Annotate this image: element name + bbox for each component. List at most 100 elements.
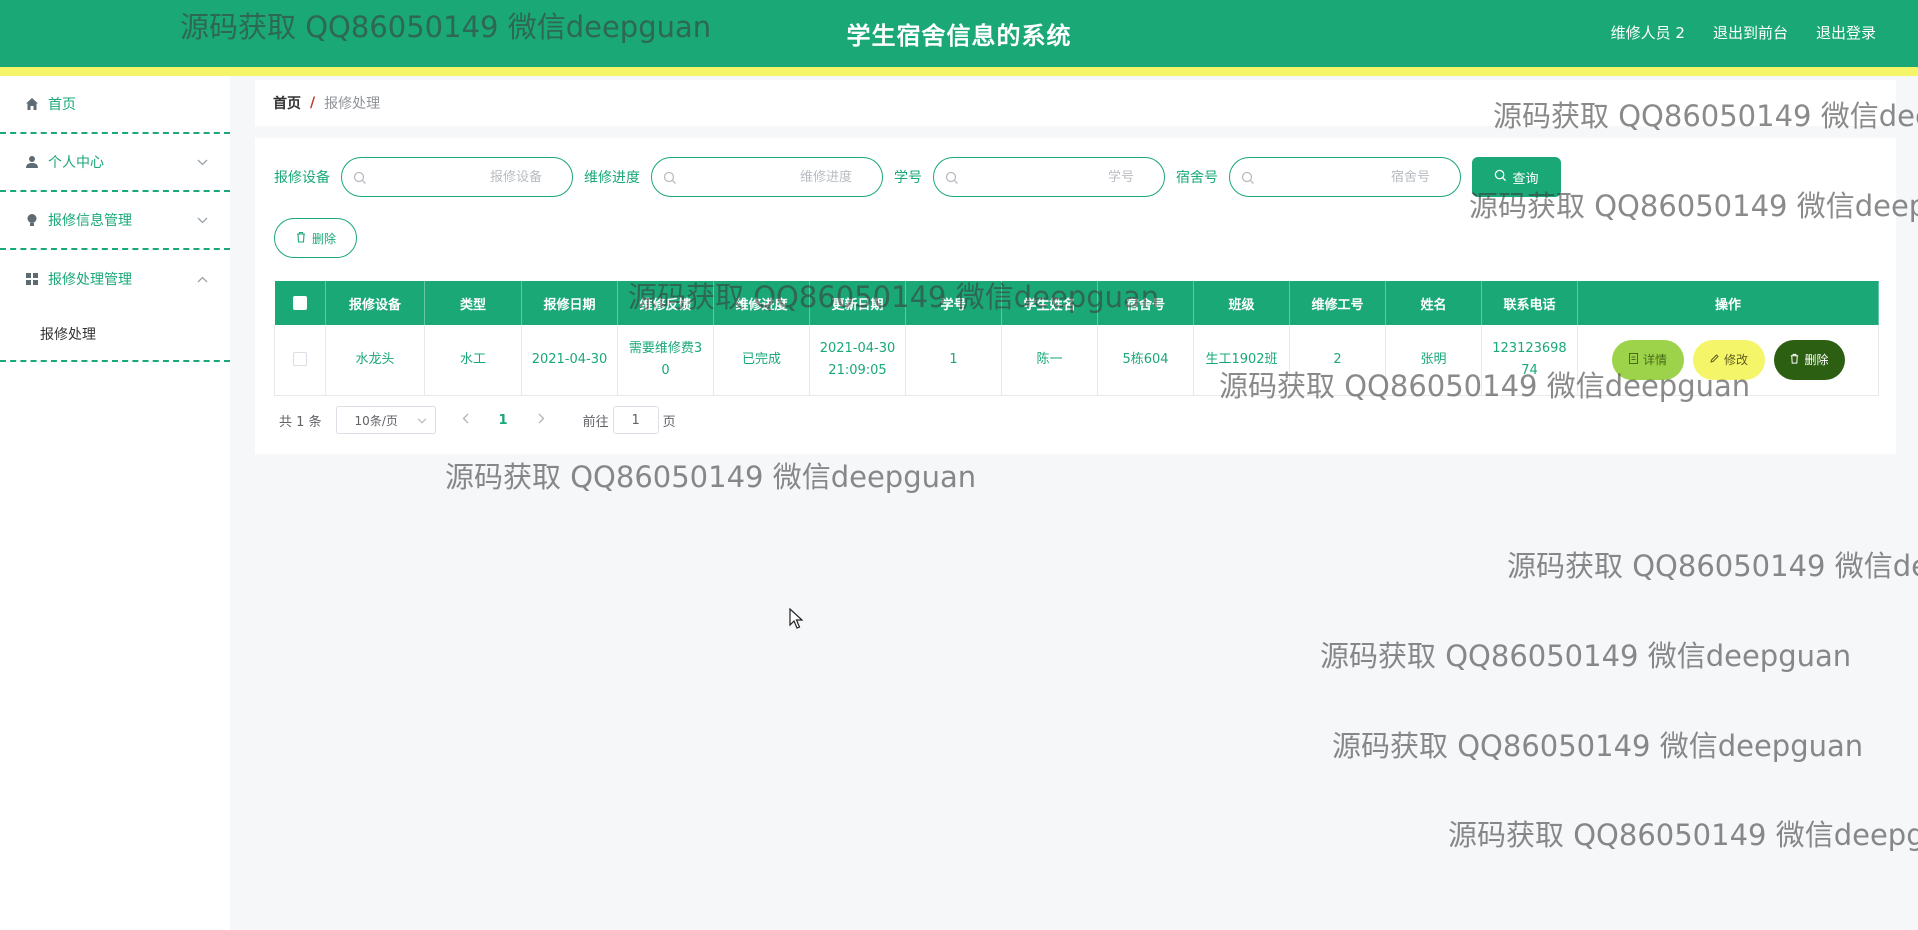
table-cell: 陈一 xyxy=(1001,325,1098,396)
page-size-value: 10条/页 xyxy=(354,413,398,428)
search-icon xyxy=(945,170,959,189)
sidebar-item-label: 报修处理管理 xyxy=(48,272,132,288)
search-label-student-id: 学号 xyxy=(894,170,922,186)
page-number[interactable]: 1 xyxy=(499,413,508,428)
page-unit-label: 页 xyxy=(662,414,676,430)
table-cell: 水龙头 xyxy=(325,325,425,396)
edit-button[interactable]: 修改 xyxy=(1692,339,1765,380)
main-content: 报修设备 维修进度 学号 宿舍号 xyxy=(255,138,1896,454)
search-label-progress: 维修进度 xyxy=(584,170,640,186)
pagination: 共 1 条 10条/页 1 前往 页 xyxy=(279,406,676,434)
search-input-dorm[interactable] xyxy=(1230,158,1460,196)
table-cell: 2021-04-30 xyxy=(521,325,618,396)
search-icon xyxy=(1241,170,1255,189)
search-field-student-id-wrapper xyxy=(933,157,1165,197)
current-user-link[interactable]: 维修人员 2 xyxy=(1611,22,1685,43)
breadcrumb-separator: / xyxy=(310,95,316,111)
prev-page-icon[interactable] xyxy=(462,413,469,428)
search-icon xyxy=(353,170,367,189)
column-header[interactable]: 班级 xyxy=(1193,281,1290,325)
column-header[interactable]: 类型 xyxy=(424,281,522,325)
sidebar-item-label: 首页 xyxy=(48,97,76,113)
batch-delete-label: 删除 xyxy=(311,231,336,246)
column-header[interactable]: 更新日期 xyxy=(809,281,906,325)
column-header[interactable]: 宿舍号 xyxy=(1097,281,1194,325)
column-header[interactable]: 维修工号 xyxy=(1289,281,1386,325)
select-all-header xyxy=(274,281,326,325)
batch-delete-button[interactable]: 删除 xyxy=(274,218,357,258)
watermark: 源码获取 QQ86050149 微信deepguan xyxy=(1332,729,1864,763)
sidebar-item-personal-center[interactable]: 个人中心 xyxy=(0,134,230,192)
table-cell: 水工 xyxy=(424,325,522,396)
next-page-icon[interactable] xyxy=(538,413,545,428)
column-header[interactable]: 报修设备 xyxy=(325,281,425,325)
search-input-student-id[interactable] xyxy=(934,158,1164,196)
chevron-down-icon xyxy=(197,155,208,169)
search-input-device[interactable] xyxy=(342,158,572,196)
column-header[interactable]: 学生姓名 xyxy=(1001,281,1098,325)
table-cell: 已完成 xyxy=(713,325,810,396)
search-icon xyxy=(1494,169,1507,186)
breadcrumb-current: 报修处理 xyxy=(324,96,381,112)
search-input-progress[interactable] xyxy=(652,158,882,196)
trash-icon xyxy=(1789,350,1800,370)
chevron-down-icon xyxy=(197,213,208,227)
select-all-checkbox[interactable] xyxy=(292,296,307,310)
logout-link[interactable]: 退出登录 xyxy=(1816,22,1876,43)
table-cell: 12312369874 xyxy=(1481,325,1578,396)
delete-button-label: 删除 xyxy=(1804,352,1829,367)
watermark: 源码获取 QQ86050149 微信deepguan xyxy=(1448,818,1918,852)
sidebar-item-repair-info[interactable]: 报修信息管理 xyxy=(0,192,230,250)
table-cell: 生工1902班 xyxy=(1193,325,1290,396)
detail-button-label: 详情 xyxy=(1642,352,1667,367)
search-bar: 报修设备 维修进度 学号 宿舍号 xyxy=(274,157,1561,197)
sidebar-item-repair-handling[interactable]: 报修处理管理 xyxy=(0,250,230,308)
page-size-select[interactable]: 10条/页 xyxy=(335,406,436,434)
table-cell: 5栋604 xyxy=(1097,325,1194,396)
sidebar: 首页 个人中心 报修信息管理 报修处理管理 报修处理 xyxy=(0,76,230,930)
delete-button[interactable]: 删除 xyxy=(1773,339,1845,380)
column-header[interactable]: 联系电话 xyxy=(1481,281,1578,325)
grid-icon xyxy=(24,271,40,287)
column-header[interactable]: 维修进度 xyxy=(713,281,810,325)
table-cell: 张明 xyxy=(1385,325,1482,396)
table-cell: 需要维修费30 xyxy=(617,325,714,396)
row-actions-cell: 详情 修改 删除 xyxy=(1577,325,1879,396)
sidebar-item-label: 个人中心 xyxy=(48,155,104,171)
watermark: 源码获取 QQ86050149 微信deepguan xyxy=(1507,549,1918,583)
edit-icon xyxy=(1709,350,1720,370)
watermark: 源码获取 QQ86050149 微信deepguan xyxy=(1320,639,1852,673)
search-label-dorm: 宿舍号 xyxy=(1176,170,1218,186)
column-header[interactable]: 维修反馈 xyxy=(617,281,714,325)
home-icon xyxy=(24,96,40,112)
detail-button[interactable]: 详情 xyxy=(1611,339,1684,380)
table-cell: 2021-04-30 21:09:05 xyxy=(809,325,906,396)
table-cell: 1 xyxy=(905,325,1002,396)
column-header[interactable]: 姓名 xyxy=(1385,281,1482,325)
breadcrumb-home[interactable]: 首页 xyxy=(273,93,301,113)
edit-button-label: 修改 xyxy=(1723,352,1748,367)
mouse-cursor-icon xyxy=(789,607,804,634)
top-header: 学生宿舍信息的系统 维修人员 2 退出到前台 退出登录 xyxy=(0,0,1918,67)
sidebar-item-home[interactable]: 首页 xyxy=(0,76,230,134)
row-select-cell xyxy=(274,325,326,396)
sidebar-item-label: 报修信息管理 xyxy=(48,213,132,229)
header-links: 维修人员 2 退出到前台 退出登录 xyxy=(1611,22,1876,43)
search-label-device: 报修设备 xyxy=(274,170,330,186)
repair-table: 报修设备 类型 报修日期 维修反馈 维修进度 更新日期 学号 学生姓名 宿舍号 … xyxy=(274,281,1879,396)
table-cell: 2 xyxy=(1289,325,1386,396)
bulb-icon xyxy=(24,212,40,228)
back-to-frontend-link[interactable]: 退出到前台 xyxy=(1713,22,1788,43)
column-header[interactable]: 报修日期 xyxy=(521,281,618,325)
search-icon xyxy=(663,170,677,189)
row-checkbox[interactable] xyxy=(293,352,307,367)
column-header[interactable]: 学号 xyxy=(905,281,1002,325)
goto-page-input[interactable] xyxy=(612,406,659,434)
trash-icon xyxy=(295,231,307,246)
chevron-up-icon xyxy=(197,272,208,286)
query-button[interactable]: 查询 xyxy=(1472,157,1561,197)
search-field-progress-wrapper xyxy=(651,157,883,197)
header-stripe xyxy=(0,67,1918,76)
pagination-total: 共 1 条 xyxy=(279,414,322,430)
sidebar-subitem-repair-handling[interactable]: 报修处理 xyxy=(0,308,230,362)
